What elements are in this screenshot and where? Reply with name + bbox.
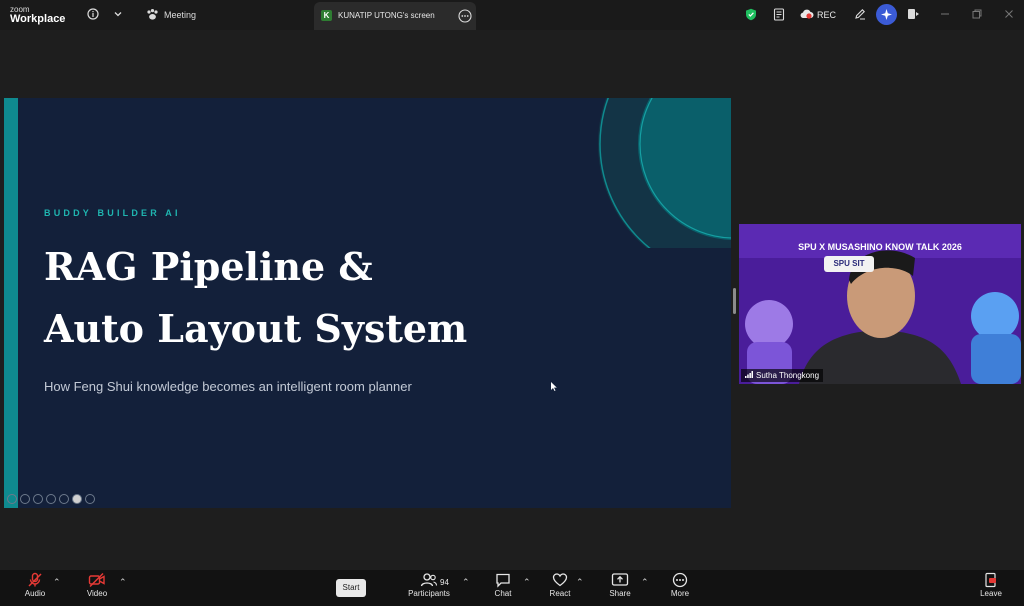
prev-slide-icon[interactable] [7,494,17,504]
video-button[interactable]: Video [82,572,112,598]
restore-icon[interactable] [969,6,985,22]
more-label: More [670,589,690,598]
meeting-toolbar: Audio ⌃ Video ⌃ Participants 94 ⌃ Chat ⌃… [0,570,1024,606]
participants-options-caret-icon[interactable]: ⌃ [462,577,470,588]
react-label: React [549,589,571,598]
tab-title: KUNATIP UTONG's screen [338,11,435,20]
camera-off-icon [82,572,112,588]
presentation-controls [7,494,95,504]
splitter-handle[interactable] [733,288,736,314]
react-options-caret-icon[interactable]: ⌃ [576,577,584,588]
zoom-logo: zoom Workplace [10,5,66,25]
edit-icon[interactable] [852,6,868,22]
subtitles-icon[interactable] [72,494,82,504]
record-button[interactable]: REC [800,9,836,21]
heart-react-icon [547,572,573,588]
zoom-icon[interactable] [59,494,69,504]
brand-big: Workplace [10,13,66,25]
more-presentation-icon[interactable] [85,494,95,504]
more-button[interactable]: More [666,572,694,598]
apps-icon[interactable] [905,6,921,22]
mic-muted-icon [20,572,50,588]
slide-eyebrow: BUDDY BUILDER AI [44,208,181,218]
share-label: Share [609,589,631,598]
chat-label: Chat [494,589,512,598]
leave-icon [977,572,1005,588]
cloud-record-icon [800,9,814,21]
slides-grid-icon[interactable] [46,494,56,504]
start-button[interactable]: Start [336,579,366,597]
participant-name-tag: Sutha Thongkong [741,369,824,382]
audio-button[interactable]: Audio [20,572,50,598]
pen-icon[interactable] [33,494,43,504]
slide-title-line2: Auto Layout System [44,306,468,351]
chat-options-caret-icon[interactable]: ⌃ [523,577,531,588]
share-options-caret-icon[interactable]: ⌃ [641,577,649,588]
share-button[interactable]: Share [606,572,634,598]
share-screen-icon [606,572,634,588]
leave-button[interactable]: Leave [977,572,1005,598]
video-options-caret-icon[interactable]: ⌃ [119,577,127,588]
audio-options-caret-icon[interactable]: ⌃ [53,577,61,588]
ai-companion-icon[interactable] [876,4,897,25]
participant-video[interactable]: SPU X MUSASHINO KNOW TALK 2026 SPU SIT S… [739,224,1021,384]
slide-accent-stripe [4,98,18,508]
react-button[interactable]: React [547,572,573,598]
decorative-circles [598,98,731,248]
leave-label: Leave [980,589,1002,598]
participant-count: 94 [440,578,449,587]
more-options-icon[interactable] [458,9,472,28]
audio-label: Audio [24,589,46,598]
chevron-down-icon[interactable] [110,6,126,22]
title-bar: zoom Workplace Meeting K KUNATIP UTONG's… [0,0,1024,30]
slide-subtitle: How Feng Shui knowledge becomes an intel… [44,379,412,394]
chat-button[interactable]: Chat [490,572,516,598]
minimize-icon[interactable] [937,6,953,22]
participants-label: Participants [408,589,450,598]
video-banner-text: SPU X MUSASHINO KNOW TALK 2026 [798,242,962,252]
notes-icon[interactable] [771,6,787,22]
meeting-paw-icon[interactable] [144,6,160,22]
sharer-avatar: K [321,10,332,21]
next-slide-icon[interactable] [20,494,30,504]
participant-name: Sutha Thongkong [756,371,820,380]
security-shield-icon[interactable] [743,6,759,22]
more-icon [666,572,694,588]
signal-strength-icon [745,371,753,380]
slide-title-line1: RAG Pipeline & [44,244,373,289]
shared-slide[interactable]: BUDDY BUILDER AI RAG Pipeline & Auto Lay… [4,98,731,508]
tab-shared-screen[interactable]: K KUNATIP UTONG's screen [314,2,476,30]
info-icon[interactable] [85,6,101,22]
chat-icon [490,572,516,588]
spu-sit-logo: SPU SIT [824,256,874,272]
rec-label: REC [817,10,837,20]
mouse-cursor [551,382,557,391]
meeting-label[interactable]: Meeting [164,10,196,20]
video-label: Video [86,589,108,598]
close-icon[interactable] [1001,6,1017,22]
